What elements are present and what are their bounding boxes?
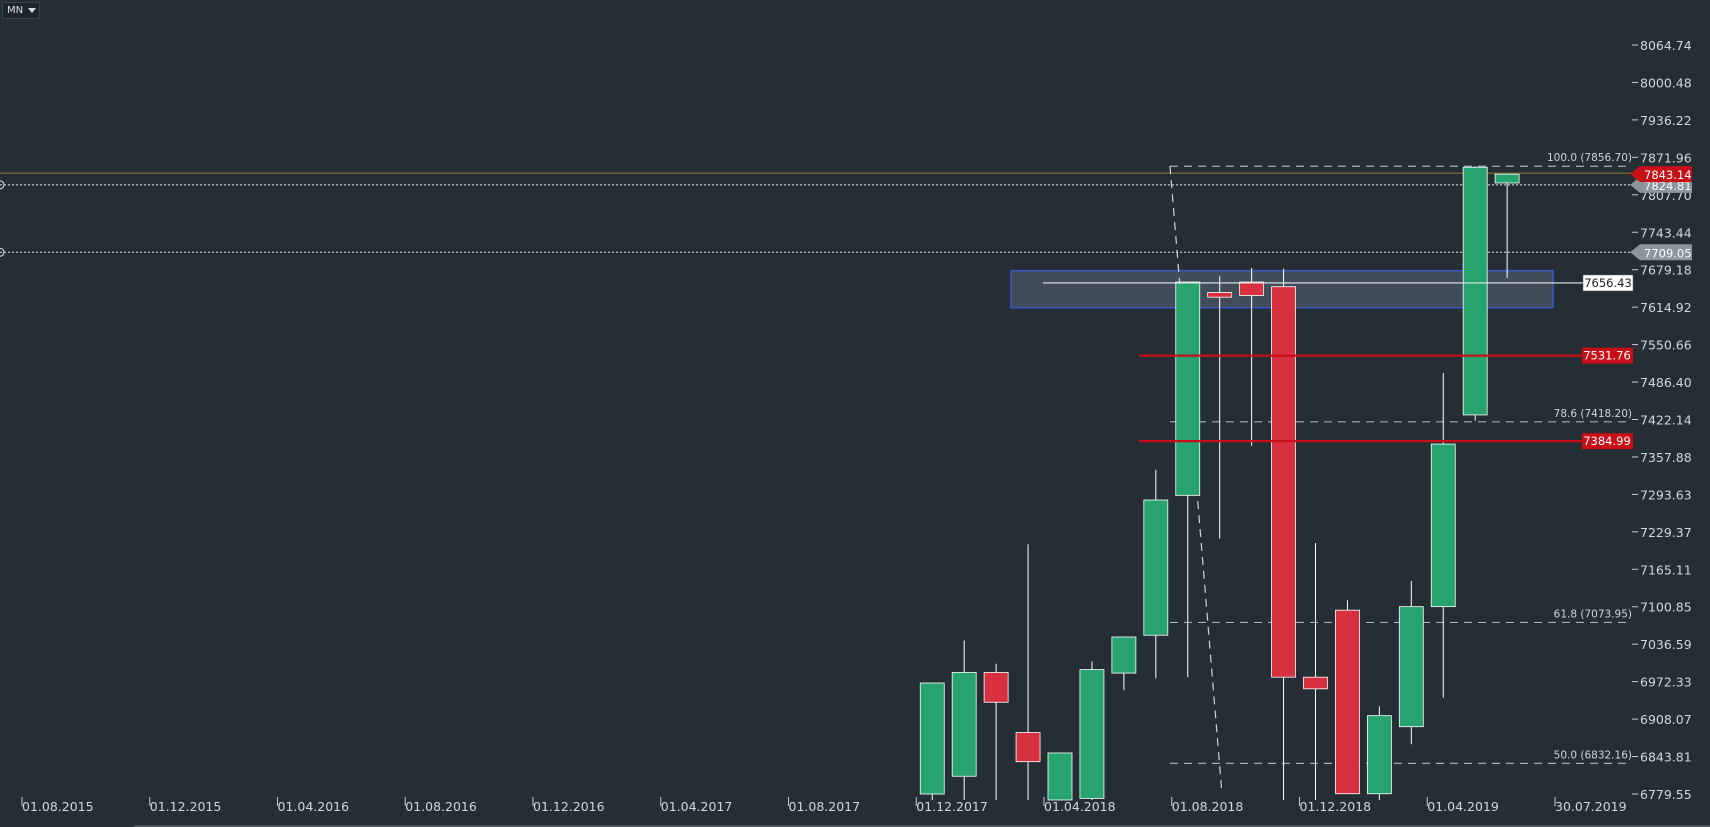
- y-tick-label: 7229.37: [1640, 525, 1692, 540]
- red-level-text: 7384.99: [1583, 434, 1631, 448]
- x-tick-label: 01.04.2016: [278, 799, 350, 814]
- candle-body: [1079, 669, 1105, 799]
- candle-body: [1111, 636, 1137, 674]
- fib-level-label: 78.6 (7418.20): [1554, 408, 1632, 420]
- x-tick-label: 01.08.2016: [405, 799, 477, 814]
- x-tick-label: 30.07.2019: [1555, 799, 1627, 814]
- candle-body: [1015, 732, 1041, 763]
- y-tick-label: 7357.88: [1640, 450, 1692, 465]
- x-tick-label: 01.08.2015: [22, 799, 94, 814]
- candle-body: [1271, 286, 1296, 678]
- candle: [1366, 706, 1392, 800]
- y-tick-label: 7486.40: [1640, 375, 1692, 390]
- fib-level-label: 100.0 (7856.70): [1547, 152, 1632, 164]
- candle-body: [1398, 606, 1424, 728]
- candle-body: [1239, 281, 1265, 296]
- price-tag-text: 7709.05: [1644, 246, 1692, 260]
- y-tick-label: 8000.48: [1640, 75, 1692, 90]
- x-tick-label: 01.04.2017: [661, 799, 733, 814]
- candle: [951, 640, 977, 800]
- candle: [983, 663, 1009, 800]
- candle-body: [1303, 676, 1328, 690]
- x-tick-label: 01.12.2015: [150, 799, 222, 814]
- candle-body: [1494, 173, 1520, 184]
- chart-window: MN 100.0 (7856.70) 78.6 (7418.20) 61.8 (70…: [0, 0, 1710, 827]
- y-tick-label: 8064.74: [1640, 38, 1692, 53]
- candle-body: [1335, 609, 1360, 795]
- y-tick-label: 7422.14: [1640, 413, 1692, 428]
- red-level-text: 7531.76: [1583, 349, 1631, 363]
- candle-body: [1366, 715, 1392, 795]
- fib-level-label: 61.8 (7073.95): [1554, 608, 1632, 620]
- y-tick-label: 7679.18: [1640, 263, 1692, 278]
- candle: [1335, 600, 1360, 795]
- candle-body: [1175, 281, 1201, 496]
- y-tick-label: 6779.55: [1640, 787, 1692, 802]
- candle: [1207, 276, 1233, 539]
- x-tick-label: 01.04.2018: [1044, 799, 1116, 814]
- candle-body: [1047, 752, 1073, 801]
- y-tick-label: 6972.33: [1640, 675, 1692, 690]
- x-tick-label: 01.12.2016: [533, 799, 605, 814]
- x-tick-label: 01.12.2017: [916, 799, 988, 814]
- fib-level-label: 50.0 (6832.16): [1554, 749, 1632, 761]
- y-tick-label: 7871.96: [1640, 150, 1692, 165]
- candle: [1143, 469, 1169, 679]
- candle-body: [919, 682, 945, 795]
- price-chart[interactable]: 100.0 (7856.70) 78.6 (7418.20) 61.8 (7073.…: [0, 0, 1710, 827]
- candle: [1494, 173, 1520, 278]
- y-tick-label: 7550.66: [1640, 338, 1692, 353]
- y-tick-label: 6908.07: [1640, 712, 1692, 727]
- candle: [1462, 166, 1488, 421]
- candle: [1175, 281, 1201, 678]
- zone-level-text: 7656.43: [1584, 276, 1632, 290]
- candle: [919, 682, 945, 800]
- candle: [1079, 661, 1105, 800]
- candle: [1303, 543, 1328, 800]
- candle-body: [1207, 292, 1233, 298]
- x-tick-label: 01.12.2018: [1300, 799, 1372, 814]
- x-tick-label: 01.08.2018: [1172, 799, 1244, 814]
- last-price-text: 7843.14: [1644, 168, 1692, 182]
- candle-body: [1462, 166, 1488, 416]
- y-tick-label: 7036.59: [1640, 637, 1692, 652]
- y-tick-label: 6843.81: [1640, 750, 1692, 765]
- candle-body: [983, 672, 1009, 703]
- candle: [1111, 636, 1137, 691]
- candle: [1271, 268, 1296, 800]
- y-tick-label: 7936.22: [1640, 113, 1692, 128]
- y-tick-label: 7293.63: [1640, 487, 1692, 502]
- x-tick-label: 01.08.2017: [789, 799, 861, 814]
- candle: [1239, 268, 1265, 446]
- y-tick-label: 7614.92: [1640, 300, 1692, 315]
- x-tick-label: 01.04.2019: [1427, 799, 1499, 814]
- candle-body: [1143, 499, 1169, 636]
- candle-body: [951, 672, 977, 777]
- y-tick-label: 7743.44: [1640, 225, 1692, 240]
- y-tick-label: 7100.85: [1640, 600, 1692, 615]
- candle-body: [1430, 443, 1456, 608]
- candle: [1015, 544, 1041, 800]
- y-tick-label: 7165.11: [1640, 562, 1692, 577]
- candle: [1047, 752, 1073, 801]
- candle: [1398, 581, 1424, 745]
